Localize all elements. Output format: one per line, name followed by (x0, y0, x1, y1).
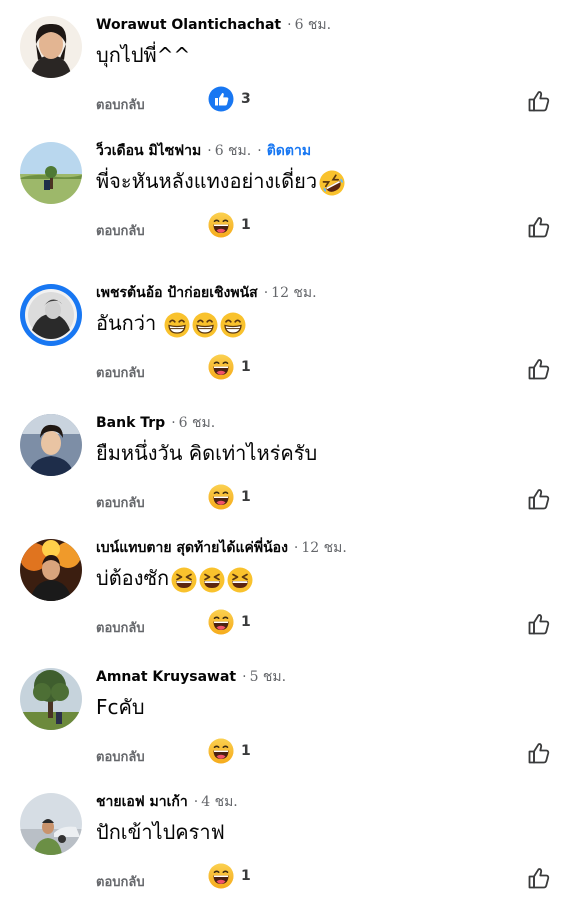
comment-time[interactable]: 12 ชม. (301, 540, 346, 556)
separator-dot: · (193, 794, 199, 810)
separator-dot: · (257, 143, 262, 159)
comment-header: ว็วเดือน มิไซฟาม · 6 ชม. · ติดตาม (96, 142, 311, 160)
like-icon[interactable] (526, 865, 552, 891)
author-name[interactable]: Bank Trp (96, 415, 165, 431)
comment-header: เพชรต้นอ้อ ป้าก่อยเชิงพนัส · 12 ชม. (96, 284, 317, 302)
separator-dot: · (242, 669, 247, 685)
separator-dot: · (171, 415, 176, 431)
comment-body: บุกไปพี่^^ (96, 43, 191, 67)
reaction-summary[interactable]: 1 (208, 863, 251, 889)
reaction-summary[interactable]: 1 (208, 738, 251, 764)
comment-text: พี่จะหันหลังแทงอย่างเดี่ยว (96, 168, 345, 196)
haha-reaction-icon (208, 738, 234, 764)
comment-body: บ่ต้องซัก (96, 566, 170, 590)
haha-reaction-icon (208, 212, 234, 238)
squint-laugh-emoji-icon (199, 567, 225, 593)
reaction-count: 1 (241, 614, 251, 630)
avatar[interactable] (20, 793, 82, 855)
reaction-count: 1 (241, 868, 251, 884)
comment-time[interactable]: 6 ชม. (215, 143, 252, 159)
comment-time[interactable]: 12 ชม. (271, 285, 316, 301)
avatar[interactable] (20, 668, 82, 730)
comment-header: เบน์แทบตาย สุดท้ายได้แค่พี่น้อง · 12 ชม. (96, 539, 347, 557)
separator-dot: · (207, 143, 212, 159)
avatar[interactable] (20, 284, 82, 346)
like-icon[interactable] (526, 740, 552, 766)
rolling-laugh-emoji-icon (319, 170, 345, 196)
comment-text: ยืมหนึ่งวัน คิดเท่าไหร่ครับ (96, 440, 317, 466)
author-name[interactable]: เพชรต้นอ้อ ป้าก่อยเชิงพนัส (96, 285, 258, 301)
comment-body: อันกว่า (96, 311, 157, 335)
comment-header: Amnat Kruysawat · 5 ชม. (96, 668, 286, 686)
reaction-summary[interactable]: 3 (208, 86, 251, 112)
like-icon[interactable] (526, 214, 552, 240)
separator-dot: · (287, 17, 292, 33)
comment-time[interactable]: 6 ชม. (179, 415, 216, 431)
comment-body: Fcคับ (96, 695, 145, 719)
like-icon[interactable] (526, 611, 552, 637)
haha-reaction-icon (208, 863, 234, 889)
comment-time[interactable]: 4 ชม. (201, 794, 238, 810)
comment-time[interactable]: 6 ชม. (295, 17, 332, 33)
reaction-count: 3 (241, 91, 251, 107)
avatar[interactable] (20, 16, 82, 78)
separator-dot: · (293, 540, 299, 556)
reaction-summary[interactable]: 1 (208, 609, 251, 635)
reply-button[interactable]: ตอบกลับ (96, 492, 145, 513)
reply-button[interactable]: ตอบกลับ (96, 94, 145, 115)
author-name[interactable]: Worawut Olantichachat (96, 17, 281, 33)
reaction-count: 1 (241, 359, 251, 375)
comment-text: บุกไปพี่^^ (96, 42, 190, 68)
comment-body: ปักเข้าไปคราฟ (96, 820, 225, 844)
like-icon[interactable] (526, 356, 552, 382)
author-name[interactable]: ว็วเดือน มิไซฟาม (96, 143, 201, 159)
author-name[interactable]: เบน์แทบตาย สุดท้ายได้แค่พี่น้อง (96, 540, 288, 556)
reaction-count: 1 (241, 743, 251, 759)
like-icon[interactable] (526, 486, 552, 512)
comment-body: ยืมหนึ่งวัน คิดเท่าไหร่ครับ (96, 441, 318, 465)
grin-emoji-icon (192, 312, 218, 338)
reaction-summary[interactable]: 1 (208, 484, 251, 510)
avatar[interactable] (20, 539, 82, 601)
comment-header: Worawut Olantichachat · 6 ชม. (96, 16, 331, 34)
reply-button[interactable]: ตอบกลับ (96, 220, 145, 241)
reaction-summary[interactable]: 1 (208, 212, 251, 238)
grin-emoji-icon (220, 312, 246, 338)
comment-text: อันกว่า (96, 310, 246, 338)
author-name[interactable]: Amnat Kruysawat (96, 669, 236, 685)
reply-button[interactable]: ตอบกลับ (96, 746, 145, 767)
like-reaction-icon (208, 86, 234, 112)
comment-text: ปักเข้าไปคราฟ (96, 819, 225, 845)
squint-laugh-emoji-icon (227, 567, 253, 593)
haha-reaction-icon (208, 484, 234, 510)
comment-time[interactable]: 5 ชม. (250, 669, 287, 685)
reaction-count: 1 (241, 489, 251, 505)
reaction-count: 1 (241, 217, 251, 233)
avatar[interactable] (20, 142, 82, 204)
separator-dot: · (263, 285, 269, 301)
like-icon[interactable] (526, 88, 552, 114)
comment-text: Fcคับ (96, 694, 145, 720)
grin-emoji-icon (164, 312, 190, 338)
comment-header: ชายเอฟ มาเก้า · 4 ชม. (96, 793, 238, 811)
follow-link[interactable]: ติดตาม (267, 143, 311, 159)
haha-reaction-icon (208, 609, 234, 635)
reply-button[interactable]: ตอบกลับ (96, 871, 145, 892)
haha-reaction-icon (208, 354, 234, 380)
comment-header: Bank Trp · 6 ชม. (96, 414, 215, 432)
avatar[interactable] (20, 414, 82, 476)
reply-button[interactable]: ตอบกลับ (96, 617, 145, 638)
squint-laugh-emoji-icon (171, 567, 197, 593)
reply-button[interactable]: ตอบกลับ (96, 362, 145, 383)
author-name[interactable]: ชายเอฟ มาเก้า (96, 794, 188, 810)
comment-body: พี่จะหันหลังแทงอย่างเดี่ยว (96, 169, 318, 193)
comment-text: บ่ต้องซัก (96, 565, 253, 593)
reaction-summary[interactable]: 1 (208, 354, 251, 380)
